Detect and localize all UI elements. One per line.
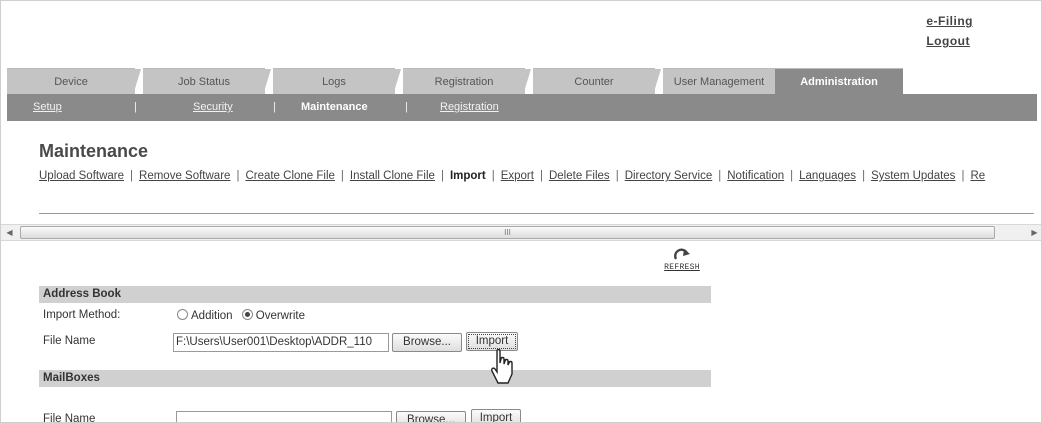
address-book-file-label: File Name xyxy=(43,335,96,347)
maintenance-menu: Upload Software | Remove Software | Create C… xyxy=(39,170,986,182)
menu-import[interactable]: Import xyxy=(450,170,486,182)
tab-counter[interactable]: Counter xyxy=(533,68,661,95)
addition-label: Addition xyxy=(191,310,233,322)
subnav-registration[interactable]: Registration xyxy=(440,94,499,121)
menu-languages[interactable]: Languages xyxy=(799,170,856,182)
refresh-label: REFRESH xyxy=(664,263,700,272)
tab-registration[interactable]: Registration xyxy=(403,68,531,95)
e-filing-link[interactable]: e-Filing xyxy=(926,11,973,31)
page-title: Maintenance xyxy=(39,141,149,161)
menu-directory-service[interactable]: Directory Service xyxy=(625,170,713,182)
tab-user-management[interactable]: User Management xyxy=(663,68,781,95)
address-book-header: Address Book xyxy=(39,286,711,303)
overwrite-radio[interactable] xyxy=(241,309,253,320)
menu-upload-software[interactable]: Upload Software xyxy=(39,170,124,182)
mailboxes-header: MailBoxes xyxy=(39,370,711,387)
menu-delete-files[interactable]: Delete Files xyxy=(549,170,610,182)
scrollbar-thumb[interactable]: III xyxy=(20,226,995,239)
mailboxes-file-label: File Name xyxy=(43,413,96,423)
tab-device[interactable]: Device xyxy=(7,68,141,95)
subnav-separator: | xyxy=(405,101,408,113)
mailboxes-file-input[interactable] xyxy=(176,411,392,422)
sub-nav: Setup | Security | Maintenance | Registr… xyxy=(7,94,1037,121)
scroll-grip: III xyxy=(504,228,511,237)
mailboxes-import-button[interactable]: Import xyxy=(471,409,521,422)
import-method-options: Addition Overwrite xyxy=(177,309,311,322)
refresh-icon xyxy=(674,248,690,260)
mouse-pointer-icon xyxy=(491,349,513,384)
tab-logs[interactable]: Logs xyxy=(273,68,401,95)
subnav-security[interactable]: Security xyxy=(193,94,233,121)
menu-install-clone-file[interactable]: Install Clone File xyxy=(350,170,435,182)
scroll-right-icon[interactable]: ▶ xyxy=(1026,225,1041,240)
address-book-file-input[interactable]: F:\Users\User001\Desktop\ADDR_110 xyxy=(173,333,389,352)
menu-truncated[interactable]: Re xyxy=(970,170,985,182)
tab-job-status[interactable]: Job Status xyxy=(143,68,271,95)
subnav-setup[interactable]: Setup xyxy=(33,94,62,121)
scroll-left-icon[interactable]: ◀ xyxy=(1,225,18,240)
divider xyxy=(39,213,1034,214)
refresh-button[interactable]: REFRESH xyxy=(659,247,705,272)
import-method-label: Import Method: xyxy=(43,309,121,321)
subnav-separator: | xyxy=(134,101,137,113)
mailboxes-browse-button[interactable]: Browse... xyxy=(396,411,466,422)
overwrite-label: Overwrite xyxy=(255,310,305,322)
main-tabs: Device Job Status Logs Registration Coun… xyxy=(7,68,1037,95)
browser-frame: e-Filing Logout Device Job Status Logs R… xyxy=(0,0,1042,423)
logout-link[interactable]: Logout xyxy=(926,31,973,51)
menu-export[interactable]: Export xyxy=(501,170,534,182)
menu-create-clone-file[interactable]: Create Clone File xyxy=(245,170,334,182)
top-links: e-Filing Logout xyxy=(926,11,973,51)
subnav-separator: | xyxy=(273,101,276,113)
subnav-maintenance[interactable]: Maintenance xyxy=(301,94,368,121)
address-book-browse-button[interactable]: Browse... xyxy=(392,333,462,352)
menu-remove-software[interactable]: Remove Software xyxy=(139,170,230,182)
menu-system-updates[interactable]: System Updates xyxy=(871,170,955,182)
menu-notification[interactable]: Notification xyxy=(727,170,784,182)
horizontal-scrollbar[interactable]: ◀ III ▶ xyxy=(1,224,1041,241)
addition-radio[interactable] xyxy=(177,309,188,320)
tab-administration[interactable]: Administration xyxy=(775,68,903,94)
